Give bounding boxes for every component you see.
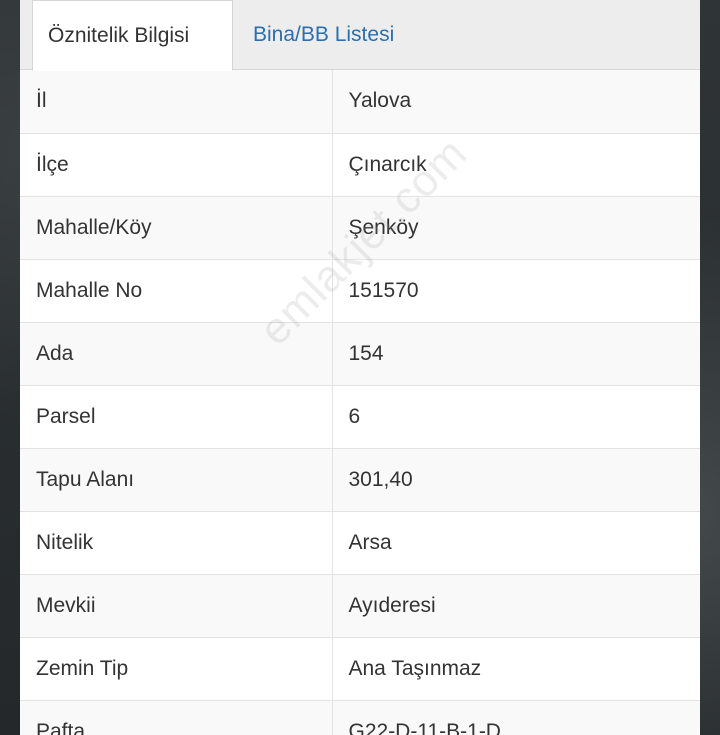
table-row: Nitelik Arsa — [20, 511, 700, 575]
row-value: 6 — [332, 385, 700, 449]
row-value: 301,40 — [332, 448, 700, 512]
row-key: Pafta — [20, 700, 333, 735]
row-key: İl — [20, 70, 333, 134]
attribute-info-panel: Öznitelik Bilgisi Bina/BB Listesi İl Yal… — [20, 0, 700, 735]
row-key: İlçe — [20, 133, 333, 197]
row-value: Arsa — [332, 511, 700, 575]
row-value: Şenköy — [332, 196, 700, 260]
table-row: Zemin Tip Ana Taşınmaz — [20, 637, 700, 701]
row-key: Zemin Tip — [20, 637, 333, 701]
table-row: Mevkii Ayıderesi — [20, 574, 700, 638]
table-row: Ada 154 — [20, 322, 700, 386]
row-value: Yalova — [332, 70, 700, 134]
row-key: Mahalle No — [20, 259, 333, 323]
table-row: Mahalle/Köy Şenköy — [20, 196, 700, 260]
tab-building-list[interactable]: Bina/BB Listesi — [233, 0, 409, 70]
tab-bar: Öznitelik Bilgisi Bina/BB Listesi — [20, 0, 700, 71]
table-row: Mahalle No 151570 — [20, 259, 700, 323]
row-key: Nitelik — [20, 511, 333, 575]
row-value: G22-D-11-B-1-D — [332, 700, 700, 735]
table-row: Tapu Alanı 301,40 — [20, 448, 700, 512]
row-value: 151570 — [332, 259, 700, 323]
row-key: Mevkii — [20, 574, 333, 638]
row-key: Parsel — [20, 385, 333, 449]
row-value: Ayıderesi — [332, 574, 700, 638]
row-key: Ada — [20, 322, 333, 386]
row-value: Çınarcık — [332, 133, 700, 197]
attribute-table: İl Yalova İlçe Çınarcık Mahalle/Köy Şenk… — [20, 70, 700, 735]
table-row: Parsel 6 — [20, 385, 700, 449]
tab-attribute-info[interactable]: Öznitelik Bilgisi — [32, 0, 233, 71]
row-value: 154 — [332, 322, 700, 386]
row-value: Ana Taşınmaz — [332, 637, 700, 701]
table-row: İlçe Çınarcık — [20, 133, 700, 197]
table-row: Pafta G22-D-11-B-1-D — [20, 700, 700, 735]
table-row: İl Yalova — [20, 70, 700, 134]
row-key: Mahalle/Köy — [20, 196, 333, 260]
row-key: Tapu Alanı — [20, 448, 333, 512]
